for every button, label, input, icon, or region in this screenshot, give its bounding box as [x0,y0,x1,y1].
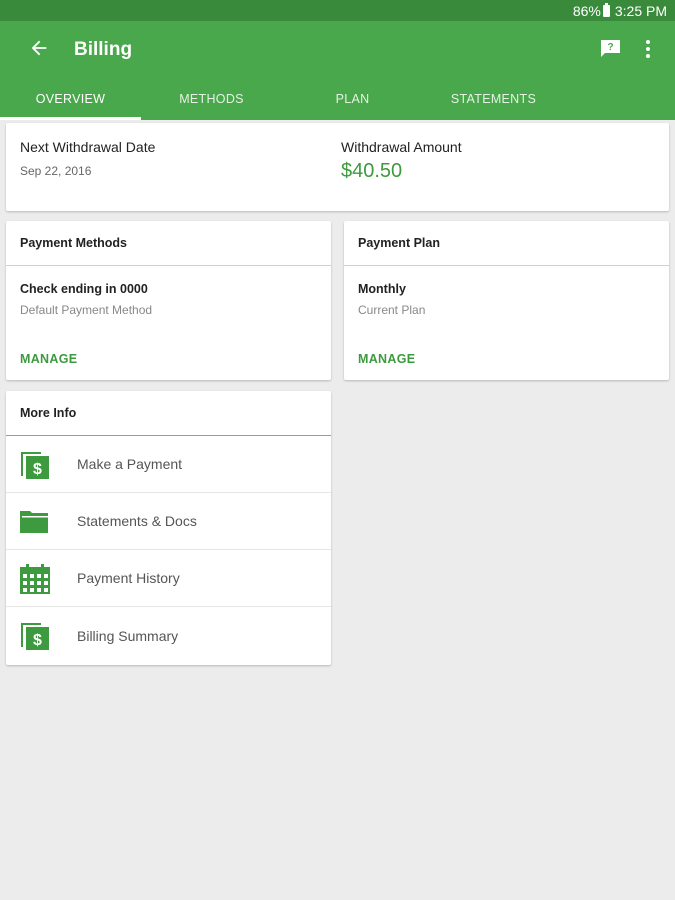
list-item-make-payment[interactable]: $ Make a Payment [6,436,331,493]
list-item-label: Statements & Docs [77,513,197,529]
payment-methods-card: Payment Methods Check ending in 0000 Def… [6,221,331,380]
tab-overview[interactable]: OVERVIEW [0,77,141,120]
tab-methods[interactable]: METHODS [141,77,282,120]
list-item-statements-docs[interactable]: Statements & Docs [6,493,331,550]
more-info-header: More Info [6,391,331,436]
withdrawal-summary-card: Next Withdrawal Date Sep 22, 2016 Withdr… [6,123,669,211]
svg-text:?: ? [607,42,613,53]
next-withdrawal-date: Sep 22, 2016 [20,164,92,178]
payment-plan-subtitle: Current Plan [358,303,426,317]
withdrawal-amount-label: Withdrawal Amount [341,139,462,155]
feedback-icon[interactable]: ? [600,39,621,59]
calendar-icon [20,564,50,594]
dollar-document-icon: $ [21,452,49,479]
payment-plan-name: Monthly [358,282,406,296]
list-item-billing-summary[interactable]: $ Billing Summary [6,607,331,664]
status-bar: 86% 3:25 PM [0,0,675,21]
battery-icon [602,2,610,17]
manage-plan-button[interactable]: MANAGE [358,352,415,366]
more-vert-icon[interactable] [640,39,656,59]
folder-icon [20,511,48,533]
payment-plan-header: Payment Plan [344,221,669,266]
manage-methods-button[interactable]: MANAGE [20,352,77,366]
payment-method-subtitle: Default Payment Method [20,303,153,317]
tab-bar: OVERVIEW METHODS PLAN STATEMENTS [0,77,675,120]
battery-percent: 86% [572,2,601,19]
payment-method-name: Check ending in 0000 [20,282,148,296]
next-withdrawal-label: Next Withdrawal Date [20,139,156,155]
svg-text:$: $ [33,632,42,649]
tab-plan[interactable]: PLAN [282,77,423,120]
clock: 3:25 PM [614,2,667,19]
app-bar: Billing ? OVERVIEW METHODS PLAN STATEMEN… [0,21,675,120]
payment-plan-card: Payment Plan Monthly Current Plan MANAGE [344,221,669,380]
tab-statements[interactable]: STATEMENTS [423,77,564,120]
payment-methods-header: Payment Methods [6,221,331,266]
svg-text:$: $ [33,461,42,478]
page-title: Billing [74,39,133,60]
dollar-document-icon: $ [21,623,49,650]
list-item-label: Billing Summary [77,627,179,644]
back-arrow-icon[interactable] [28,37,50,59]
withdrawal-amount-value: $40.50 [341,160,403,182]
list-item-payment-history[interactable]: Payment History [6,550,331,607]
list-item-label: Payment History [77,570,180,586]
more-info-card: More Info $ Make a Payment Statements & … [6,391,331,665]
list-item-label: Make a Payment [77,456,183,472]
